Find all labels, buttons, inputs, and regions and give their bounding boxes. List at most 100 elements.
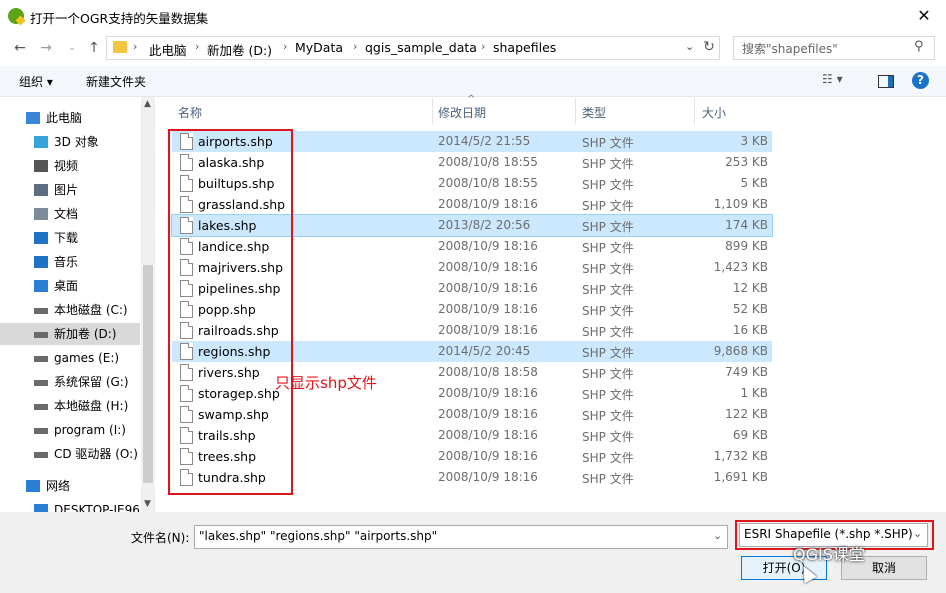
nav-item[interactable]: 下载 xyxy=(0,227,140,249)
nav-item-label: 本地磁盘 (H:) xyxy=(54,399,129,413)
file-size: 1 KB xyxy=(740,386,768,400)
file-date: 2008/10/9 18:16 xyxy=(438,260,538,274)
nav-item[interactable]: games (E:) xyxy=(0,347,140,369)
file-size: 1,109 KB xyxy=(713,197,768,211)
breadcrumb-mydata[interactable]: MyData xyxy=(295,40,343,55)
file-size: 749 KB xyxy=(725,365,768,379)
drive-icon xyxy=(34,380,48,386)
back-arrow-icon[interactable]: ← xyxy=(10,38,30,58)
filename-input[interactable]: "lakes.shp" "regions.shp" "airports.shp"… xyxy=(194,525,728,549)
breadcrumb-separator[interactable]: › xyxy=(481,40,485,53)
nav-item[interactable]: program (I:) xyxy=(0,419,140,441)
windows-drive-icon xyxy=(34,308,48,314)
search-input[interactable]: 搜索"shapefiles" ⚲ xyxy=(733,36,935,60)
file-date: 2008/10/9 18:16 xyxy=(438,281,538,295)
nav-item[interactable]: 文档 xyxy=(0,203,140,225)
new-folder-button[interactable]: 新建文件夹 xyxy=(86,73,146,90)
nav-item[interactable]: 此电脑 xyxy=(0,107,140,129)
nav-item-label: 文档 xyxy=(54,207,79,221)
file-type: SHP 文件 xyxy=(582,136,634,150)
breadcrumb-separator[interactable]: › xyxy=(133,40,137,53)
download-icon xyxy=(34,232,48,244)
file-date: 2008/10/9 18:16 xyxy=(438,449,538,463)
music-icon xyxy=(34,256,48,268)
file-type: SHP 文件 xyxy=(582,325,634,339)
up-arrow-icon[interactable]: ↑ xyxy=(84,38,104,58)
file-type: SHP 文件 xyxy=(582,472,634,486)
file-size: 899 KB xyxy=(725,239,768,253)
nav-scrollbar-thumb[interactable] xyxy=(143,265,153,483)
file-size: 1,691 KB xyxy=(713,470,768,484)
file-date: 2014/5/2 20:45 xyxy=(438,344,531,358)
column-header-date[interactable]: 修改日期 xyxy=(438,104,486,121)
nav-item-label: 此电脑 xyxy=(46,111,83,125)
nav-item[interactable]: 新加卷 (D:) xyxy=(0,323,140,345)
file-type: SHP 文件 xyxy=(582,346,634,360)
file-date: 2013/8/2 20:56 xyxy=(438,218,531,232)
organize-button[interactable]: 组织 ▾ xyxy=(19,73,53,90)
file-type: SHP 文件 xyxy=(582,241,634,255)
nav-item[interactable]: DESKTOP-IE96 xyxy=(0,499,140,512)
file-size: 52 KB xyxy=(732,302,768,316)
column-header-type[interactable]: 类型 xyxy=(582,104,606,121)
nav-item[interactable]: 音乐 xyxy=(0,251,140,273)
picture-icon xyxy=(34,184,48,196)
breadcrumb-drive-d[interactable]: 新加卷 (D:) xyxy=(207,40,272,59)
chevron-down-icon[interactable]: ⌄ xyxy=(685,40,694,53)
column-divider[interactable] xyxy=(432,98,433,124)
address-bar[interactable]: › 此电脑 › 新加卷 (D:) › MyData › qgis_sample_… xyxy=(106,36,720,60)
breadcrumb-this-pc[interactable]: 此电脑 xyxy=(149,40,187,59)
forward-arrow-icon[interactable]: → xyxy=(36,38,56,58)
refresh-icon[interactable]: ↻ xyxy=(700,38,718,56)
file-size: 12 KB xyxy=(732,281,768,295)
scroll-down-icon[interactable]: ▼ xyxy=(144,499,151,509)
nav-item[interactable]: CD 驱动器 (O:) xyxy=(0,443,140,465)
file-type: SHP 文件 xyxy=(582,283,634,297)
column-divider[interactable] xyxy=(575,98,576,124)
file-type: SHP 文件 xyxy=(582,199,634,213)
nav-item-label: 桌面 xyxy=(54,279,79,293)
close-button[interactable]: ✕ xyxy=(906,2,942,30)
computer-icon xyxy=(26,112,40,124)
file-date: 2008/10/9 18:16 xyxy=(438,197,538,211)
nav-item-label: program (I:) xyxy=(54,423,126,437)
file-size: 16 KB xyxy=(732,323,768,337)
command-bar: 组织 ▾ 新建文件夹 ☷ ▾ ? xyxy=(0,66,946,97)
breadcrumb-separator[interactable]: › xyxy=(195,40,199,53)
nav-item[interactable]: 3D 对象 xyxy=(0,131,140,153)
title-bar: 打开一个OGR支持的矢量数据集 ✕ xyxy=(0,0,946,32)
file-date: 2008/10/8 18:58 xyxy=(438,365,538,379)
chevron-down-icon[interactable]: ⌄ xyxy=(713,529,722,542)
nav-item[interactable]: 本地磁盘 (C:) xyxy=(0,299,140,321)
breadcrumb-separator[interactable]: › xyxy=(283,40,287,53)
nav-item[interactable]: 视频 xyxy=(0,155,140,177)
nav-item[interactable]: 图片 xyxy=(0,179,140,201)
file-date: 2008/10/9 18:16 xyxy=(438,470,538,484)
file-type: SHP 文件 xyxy=(582,304,634,318)
column-divider[interactable] xyxy=(694,98,695,124)
watermark-text: QGIS课堂 xyxy=(793,545,865,564)
breadcrumb-shapefiles[interactable]: shapefiles xyxy=(493,40,556,55)
nav-item[interactable]: 本地磁盘 (H:) xyxy=(0,395,140,417)
nav-item[interactable]: 系统保留 (G:) xyxy=(0,371,140,393)
file-type: SHP 文件 xyxy=(582,157,634,171)
scroll-up-icon[interactable]: ▲ xyxy=(144,99,151,109)
help-icon[interactable]: ? xyxy=(912,72,929,89)
file-type: SHP 文件 xyxy=(582,220,634,234)
breadcrumb-separator[interactable]: › xyxy=(353,40,357,53)
file-date: 2008/10/9 18:16 xyxy=(438,323,538,337)
nav-item[interactable]: 桌面 xyxy=(0,275,140,297)
view-options-icon[interactable]: ☷ ▾ xyxy=(822,72,843,86)
breadcrumb-qgis-sample-data[interactable]: qgis_sample_data xyxy=(365,40,477,55)
preview-pane-icon[interactable] xyxy=(878,75,894,88)
filename-label: 文件名(N): xyxy=(131,531,190,545)
file-date: 2008/10/8 18:55 xyxy=(438,176,538,190)
nav-item[interactable]: 网络 xyxy=(0,475,140,497)
file-size: 253 KB xyxy=(725,155,768,169)
file-type: SHP 文件 xyxy=(582,178,634,192)
recent-locations-chevron-icon[interactable]: ⌄ xyxy=(62,38,82,58)
search-icon[interactable]: ⚲ xyxy=(914,39,924,54)
drive-icon xyxy=(34,332,48,338)
column-header-size[interactable]: 大小 xyxy=(702,104,726,121)
column-header-name[interactable]: 名称 xyxy=(178,104,202,121)
